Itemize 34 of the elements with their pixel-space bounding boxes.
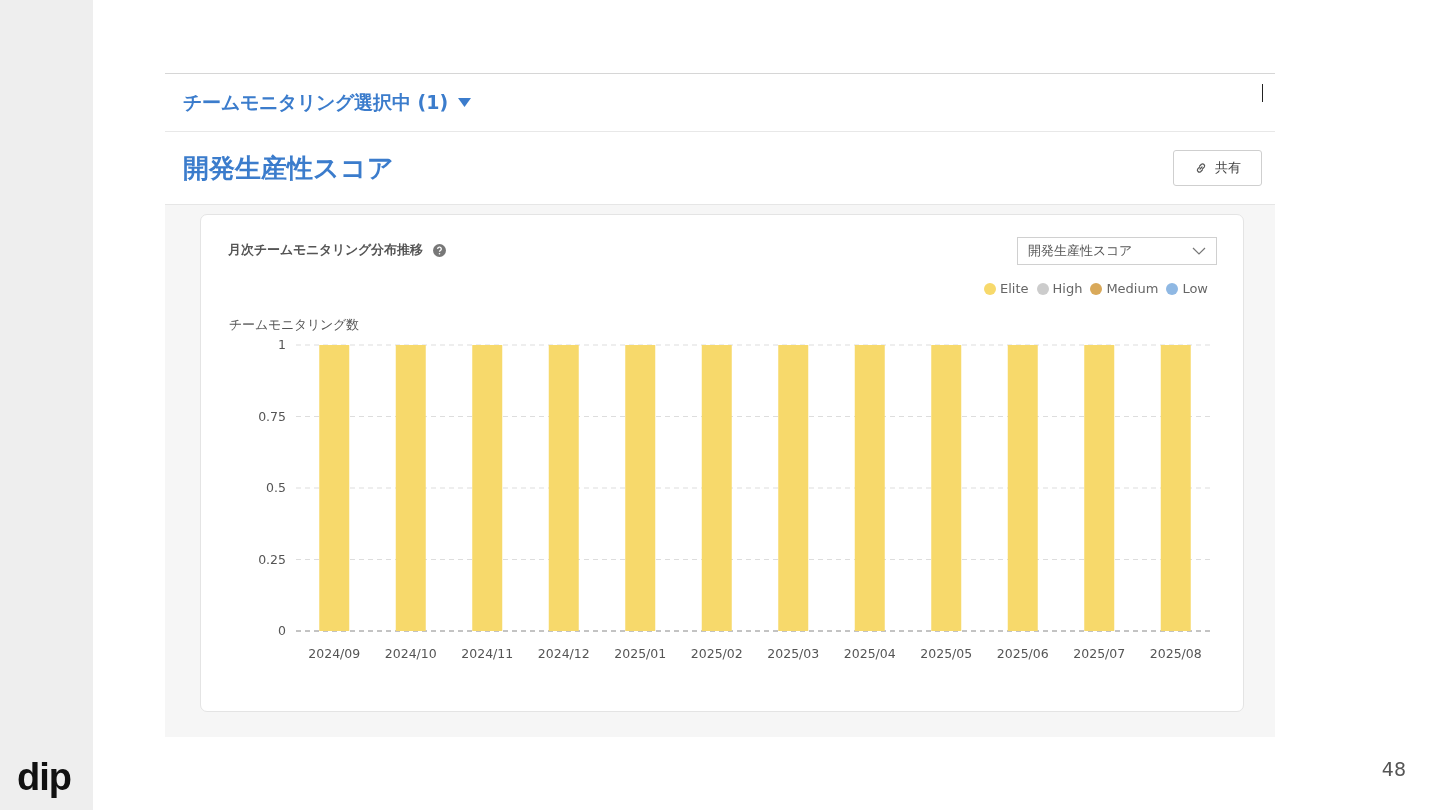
- link-icon: [1194, 162, 1207, 174]
- x-tick-label: 2025/01: [614, 645, 667, 661]
- x-tick-label: 2024/11: [461, 645, 514, 661]
- text-cursor-icon: [1262, 84, 1263, 102]
- x-tick-label: 2025/06: [996, 645, 1049, 661]
- y-tick-label: 0: [278, 622, 286, 638]
- legend-label[interactable]: Elite: [999, 279, 1029, 299]
- chevron-down-icon: [1192, 247, 1206, 255]
- x-tick-label: 2025/04: [843, 645, 896, 661]
- x-tick-label: 2025/08: [1149, 645, 1202, 661]
- y-tick-label: 0.25: [258, 551, 286, 566]
- logo: dip: [17, 758, 72, 796]
- page-number: 48: [1381, 757, 1406, 782]
- x-tick-label: 2025/07: [1073, 645, 1126, 661]
- x-tick-label: 2024/12: [537, 645, 590, 661]
- legend-label[interactable]: Low: [1182, 279, 1208, 299]
- x-tick-label: 2025/05: [920, 645, 973, 661]
- y-tick-label: 1: [278, 336, 286, 352]
- x-tick-label: 2025/03: [767, 645, 820, 661]
- caret-icon: [458, 98, 472, 107]
- y-tick-label: 0.5: [266, 479, 286, 495]
- metric-dropdown[interactable]: 開発生産性スコア: [1017, 237, 1217, 265]
- x-tick-label: 2024/09: [308, 645, 361, 661]
- y-tick-label: 0.75: [258, 408, 286, 423]
- share-button[interactable]: 共有: [1173, 150, 1262, 186]
- x-tick-label: 2024/10: [384, 645, 437, 661]
- help-icon: [433, 243, 446, 257]
- team-selector-dropdown[interactable]: チームモニタリング選択中 (1): [183, 88, 472, 117]
- y-axis-title: チームモニタリング数: [229, 316, 359, 332]
- page-title: 開発生産性スコア: [183, 151, 394, 185]
- legend-label[interactable]: High: [1052, 279, 1083, 299]
- legend-label[interactable]: Medium: [1106, 279, 1159, 299]
- x-tick-label: 2025/02: [690, 645, 743, 661]
- chart-title: 月次チームモニタリング分布推移: [228, 241, 423, 259]
